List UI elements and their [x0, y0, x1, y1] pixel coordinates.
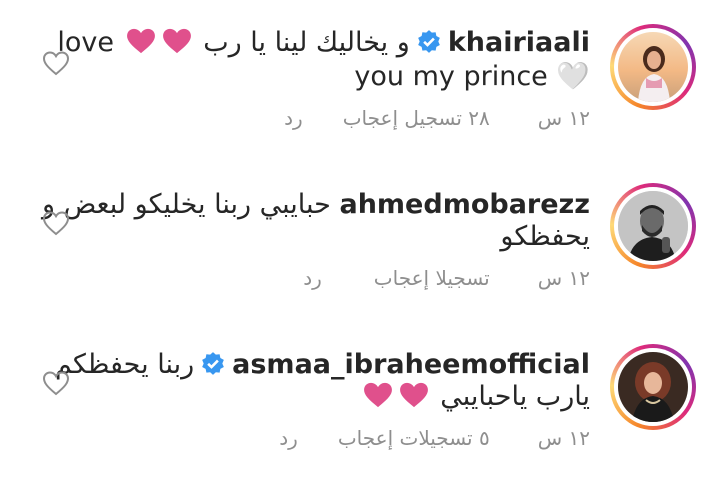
- comment-text: يارب ياحبايبي: [440, 381, 590, 412]
- comment-3-line-2: يارب ياحبايبي: [360, 380, 590, 414]
- comment-text: يحفظكو: [500, 221, 590, 252]
- heart-emoji-icon: [399, 382, 428, 408]
- avatar-ahmedmobarezz[interactable]: [610, 183, 696, 269]
- heart-emoji-icon: [162, 28, 191, 54]
- comment-time: ١٢ س: [537, 106, 590, 130]
- likes-count[interactable]: تسجيلا إعجاب: [374, 266, 490, 290]
- comment-2-meta: ١٢ س تسجيلا إعجاب رد: [303, 266, 590, 290]
- verified-badge-icon: [202, 352, 224, 375]
- comment-username[interactable]: khairiaali: [448, 27, 590, 58]
- likes-count[interactable]: ٥ تسجيلات إعجاب: [338, 426, 490, 450]
- comment-text: و يخاليك لينا يا رب: [203, 27, 410, 58]
- reply-button[interactable]: رد: [284, 106, 303, 130]
- heart-emoji-icon: [126, 28, 155, 54]
- like-heart-icon[interactable]: [42, 210, 70, 236]
- heart-emoji-icon: [363, 382, 392, 408]
- comment-1-line-2: you my prince 🤍: [354, 60, 590, 94]
- reply-button[interactable]: رد: [279, 426, 298, 450]
- comment-2-line-2: يحفظكو: [500, 220, 590, 254]
- comment-time: ١٢ س: [537, 426, 590, 450]
- comment-time: ١٢ س: [537, 266, 590, 290]
- comment-1-meta: ١٢ س ٢٨ تسجيل إعجاب رد: [284, 106, 590, 130]
- avatar-khairiaali[interactable]: [610, 24, 696, 110]
- reply-button[interactable]: رد: [303, 266, 322, 290]
- like-heart-icon[interactable]: [42, 370, 70, 396]
- comment-text: ربنا يحفظكم: [55, 349, 195, 380]
- comment-1-line-1: khairiaaliو يخاليك لينا يا رب love: [57, 26, 590, 60]
- avatar-asmaa-ibraheemofficial[interactable]: [610, 344, 696, 430]
- comment-2-line-1: ahmedmobarezz حبايبي ربنا يخليكو لبعض و: [42, 188, 590, 222]
- comment-username[interactable]: asmaa_ibraheemofficial: [232, 349, 590, 380]
- likes-count[interactable]: ٢٨ تسجيل إعجاب: [343, 106, 490, 130]
- comment-text: حبايبي ربنا يخليكو لبعض و: [41, 189, 331, 220]
- comment-text: you my prince 🤍: [354, 61, 590, 92]
- comment-3-line-1: asmaa_ibraheemofficial ربنا يحفظكم: [55, 348, 590, 382]
- verified-badge-icon: [417, 30, 440, 53]
- comment-3-meta: ١٢ س ٥ تسجيلات إعجاب رد: [279, 426, 590, 450]
- comment-username[interactable]: ahmedmobarezz: [339, 189, 590, 220]
- like-heart-icon[interactable]: [42, 50, 70, 76]
